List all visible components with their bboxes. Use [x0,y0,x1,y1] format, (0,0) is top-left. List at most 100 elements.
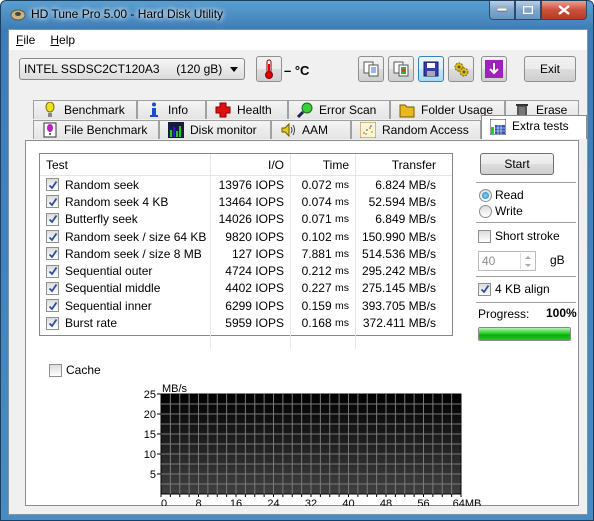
menu-file[interactable]: File [9,33,43,47]
test-checkbox[interactable] [46,281,59,295]
table-row[interactable]: Butterfly seek 14026 IOPS 0.071 ms 6.849 MB… [40,210,452,228]
short-stroke-size-input[interactable]: 40 [478,251,536,271]
tab-disk-monitor[interactable]: Disk monitor [159,120,271,139]
test-name: Random seek 4 KB [65,194,169,209]
checkbox-box[interactable] [478,229,491,243]
time-unit: ms [335,299,349,312]
start-button[interactable]: Start [480,153,554,175]
x-tick-label: 64MB [453,498,481,506]
time-unit: ms [335,265,349,278]
radio-dot[interactable] [479,204,492,218]
short-stroke-checkbox[interactable]: Short stroke [478,229,560,243]
column-header-transfer[interactable]: Transfer [356,154,442,175]
checkbox-box[interactable] [49,363,62,377]
table-filler-row [40,331,452,349]
temperature-readout: – °C [284,63,310,78]
tab-file-benchmark[interactable]: File Benchmark [33,120,159,139]
test-name: Sequential outer [65,264,153,279]
disk-monitor-icon [168,122,184,138]
table-row[interactable]: Random seek / size 8 MB 127 IOPS 7.881 ms 5… [40,245,452,263]
close-button[interactable] [541,1,587,20]
table-row[interactable]: Sequential middle 4402 IOPS 0.227 ms 275.14… [40,279,452,298]
menu-help[interactable]: Help [43,33,83,47]
tab-info[interactable]: Info [137,100,206,119]
exit-button[interactable]: Exit [524,56,576,82]
info-icon [150,102,158,117]
test-checkbox[interactable] [46,195,59,209]
check-icon [48,215,57,224]
test-name: Burst rate [65,316,118,331]
io-cell: 127 IOPS [211,245,291,263]
time-value: 0.168 [301,316,332,331]
check-icon [48,284,57,293]
time-cell: 7.881 ms [291,245,356,263]
test-cell: Sequential outer [40,262,211,280]
table-row[interactable]: Sequential inner 6299 IOPS 0.159 ms 393.705… [40,297,452,315]
align-4kb-checkbox[interactable]: 4 KB align [478,282,550,296]
io-cell: 14026 IOPS [211,210,291,228]
options-button[interactable] [448,56,474,82]
check-icon [48,301,57,311]
benchmark-icon [45,102,55,117]
check-icon [480,284,489,294]
x-tick-label: 0 [161,498,167,506]
test-checkbox[interactable] [46,230,59,244]
time-value: 0.071 [301,212,332,227]
copy-screenshot-button[interactable] [388,56,414,82]
table-row[interactable]: Random seek / size 64 KB 9820 IOPS 0.102 m… [40,227,452,246]
y-tick-label: 5 [150,469,156,481]
maximize-button[interactable] [515,1,541,20]
column-header-time[interactable]: Time [291,154,356,175]
test-cell: Random seek 4 KB [40,193,211,211]
drive-select[interactable]: INTEL SSDSC2CT120A3 (120 gB) [19,58,245,80]
test-checkbox[interactable] [46,247,59,261]
short-stroke-unit: gB [550,253,565,267]
check-icon [48,197,57,207]
cache-checkbox[interactable]: Cache [49,363,101,377]
divider [476,182,576,183]
io-cell: 9820 IOPS [211,227,291,246]
checkbox-box[interactable] [478,282,491,296]
temperature-button[interactable] [256,56,282,82]
table-row[interactable]: Burst rate 5959 IOPS 0.168 ms 372.411 MB/s [40,314,452,332]
test-checkbox[interactable] [46,299,59,313]
table-row[interactable]: Sequential outer 4724 IOPS 0.212 ms 295.242… [40,262,452,280]
test-checkbox[interactable] [46,178,59,192]
table-row[interactable]: Random seek 13976 IOPS 0.072 ms 6.824 MB/s [40,176,452,194]
drive-select-value: INTEL SSDSC2CT120A3 (120 gB) [24,62,223,76]
time-cell: 0.102 ms [291,227,356,246]
tab-aam[interactable]: AAM [271,120,351,139]
tab-label: AAM [302,123,329,137]
test-checkbox[interactable] [46,212,59,226]
minimize-button[interactable] [489,1,515,20]
copy-text-button[interactable] [358,56,384,82]
tab-error-scan[interactable]: Error Scan [288,100,390,119]
x-tick-label: 56 [417,498,429,506]
time-unit: ms [335,195,349,208]
read-radio[interactable]: Read [479,188,524,202]
write-radio[interactable]: Write [479,204,523,218]
spinner-arrows[interactable] [520,253,534,269]
tab-extra-tests[interactable]: Extra tests [481,115,587,139]
read-label: Read [495,188,524,202]
download-button[interactable] [481,56,507,82]
hdd-app-icon [10,9,26,21]
test-checkbox[interactable] [46,264,59,278]
title-bar[interactable]: HD Tune Pro 5.00 - Hard Disk Utility [1,1,593,29]
column-header-io[interactable]: I/O [211,154,291,175]
test-name: Sequential middle [65,281,161,296]
test-checkbox[interactable] [46,316,59,330]
time-unit: ms [335,178,349,191]
table-row[interactable]: Random seek 4 KB 13464 IOPS 0.074 ms 52.594… [40,193,452,211]
tab-health[interactable]: Health [206,100,288,119]
tab-benchmark[interactable]: Benchmark [33,100,137,119]
spin-down-icon[interactable] [524,263,531,267]
radio-dot[interactable] [479,188,492,202]
save-button[interactable] [418,56,444,82]
spin-up-icon[interactable] [524,255,531,259]
y-tick-label: 15 [144,429,156,441]
time-value: 7.881 [301,246,332,261]
tab-label: File Benchmark [64,123,148,137]
tab-random-access[interactable]: Random Access [351,120,481,139]
column-header-test[interactable]: Test [40,154,211,175]
